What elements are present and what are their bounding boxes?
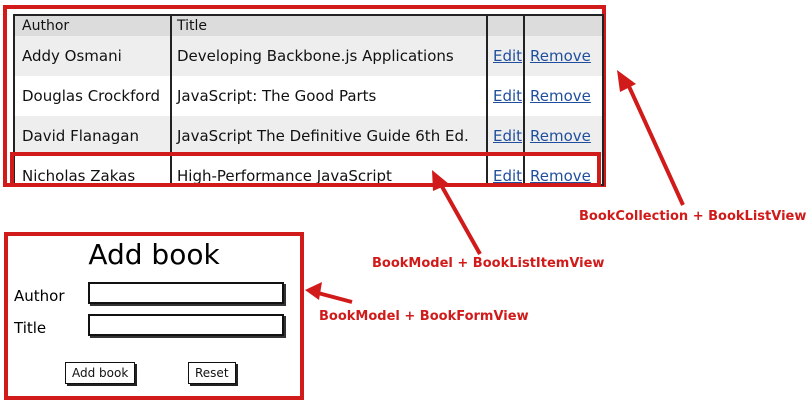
arrow-to-form-icon <box>317 291 353 304</box>
arrow-to-list-icon <box>625 81 685 206</box>
annotation-arrows <box>305 70 685 304</box>
annotation-form: BookModel + BookFormView <box>319 309 529 324</box>
arrow-to-item-icon <box>438 182 482 255</box>
arrowhead-icon <box>617 70 636 92</box>
annotation-collection: BookCollection + BookListView <box>579 209 807 224</box>
arrowhead-icon <box>305 282 322 300</box>
annotation-item: BookModel + BookListItemView <box>372 256 605 271</box>
